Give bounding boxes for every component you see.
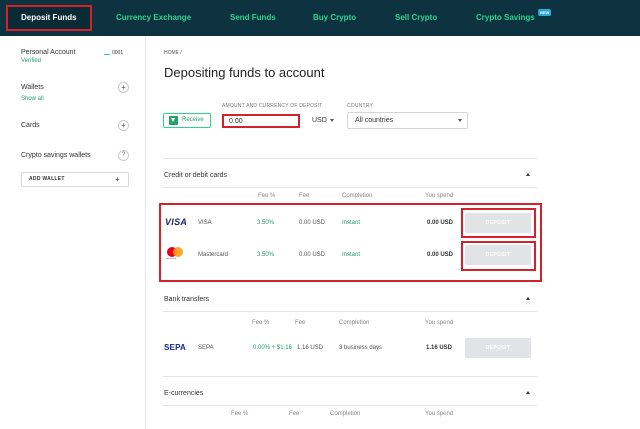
- fee-percent: 0.00% + $1.16: [253, 345, 292, 351]
- method-name: Mastercard: [198, 252, 229, 258]
- show-all-link[interactable]: Show all: [21, 96, 44, 102]
- deposit-button[interactable]: DEPOSIT: [465, 338, 531, 358]
- breadcrumb[interactable]: HOME /: [164, 50, 182, 56]
- divider: [163, 311, 537, 312]
- wallets-label: Wallets: [21, 84, 44, 91]
- fee-percent: 3.50%: [257, 252, 275, 258]
- column-header-you-spend: You spend: [425, 411, 454, 417]
- column-header-fee: Fee: [289, 411, 300, 417]
- section-title-bank-transfers: Bank transfers: [164, 296, 210, 303]
- mastercard-circle-orange: [173, 247, 183, 257]
- nav-tab-currency-exchange[interactable]: Currency Exchange: [116, 0, 191, 36]
- column-header-fee-pct: Fee %: [258, 193, 276, 199]
- divider: [163, 187, 537, 188]
- chevron-down-icon: [330, 119, 334, 122]
- plus-icon: +: [115, 175, 120, 184]
- column-header-you-spend: You spend: [425, 320, 454, 326]
- collapse-icon[interactable]: [526, 173, 530, 176]
- fee-amount: 1.16 USD: [297, 345, 324, 351]
- account-id: 0001: [112, 50, 124, 56]
- you-spend-amount: 0.00 USD: [427, 252, 454, 258]
- add-wallet-button[interactable]: ADD WALLET +: [21, 172, 129, 187]
- divider: [163, 405, 537, 406]
- column-header-completion: Completion: [330, 411, 361, 417]
- chevron-down-icon: [458, 119, 462, 122]
- column-header-you-spend: You spend: [425, 193, 454, 199]
- section-title-cards: Credit or debit cards: [164, 172, 228, 179]
- top-navigation: Deposit Funds Currency Exchange Send Fun…: [0, 0, 640, 36]
- cards-label: Cards: [21, 122, 40, 129]
- visa-logo: VISA: [165, 217, 188, 227]
- fee-percent: 3.50%: [257, 220, 275, 226]
- account-status: Verified: [21, 58, 42, 64]
- nav-tab-send-funds[interactable]: Send Funds: [230, 0, 276, 36]
- receive-button[interactable]: Receive: [163, 113, 211, 128]
- country-select[interactable]: All countries: [347, 112, 468, 129]
- download-icon: [169, 116, 178, 125]
- column-header-fee-pct: Fee %: [231, 411, 249, 417]
- completion-time: 3 business days: [339, 345, 383, 351]
- country-value: All countries: [355, 117, 394, 124]
- crypto-savings-label: Crypto savings wallets: [21, 152, 91, 159]
- collapse-icon[interactable]: [526, 391, 530, 394]
- you-spend-amount: 1.16 USD: [426, 345, 453, 351]
- page-title: Depositing funds to account: [164, 65, 325, 80]
- you-spend-amount: 0.00 USD: [427, 220, 454, 226]
- currency-value: USD: [312, 117, 327, 124]
- amount-label: AMOUNT AND CURRENCY OF DEPOSIT: [222, 103, 323, 109]
- account-icon: [104, 50, 110, 55]
- nav-tab-buy-crypto[interactable]: Buy Crypto: [313, 0, 356, 36]
- method-name: VISA: [198, 220, 212, 226]
- column-header-fee: Fee: [295, 320, 306, 326]
- country-label: COUNTRY: [347, 103, 374, 109]
- column-header-fee-pct: Fee %: [252, 320, 270, 326]
- fee-amount: 0.00 USD: [299, 252, 326, 258]
- add-wallet-plus-icon[interactable]: +: [118, 82, 129, 93]
- fee-amount: 0.00 USD: [299, 220, 326, 226]
- divider: [163, 158, 537, 159]
- nav-tab-deposit-funds[interactable]: Deposit Funds: [6, 5, 92, 31]
- currency-select[interactable]: USD: [309, 113, 339, 128]
- amount-input[interactable]: [222, 114, 300, 128]
- account-label: Personal Account: [21, 49, 76, 56]
- section-title-e-currencies: E-currencies: [164, 390, 204, 397]
- new-badge: NEW: [538, 9, 552, 16]
- collapse-icon[interactable]: [526, 297, 530, 300]
- column-header-completion: Completion: [342, 193, 373, 199]
- completion-time: Instant: [342, 220, 361, 226]
- nav-tab-sell-crypto[interactable]: Sell Crypto: [395, 0, 437, 36]
- receive-label: Receive: [182, 117, 204, 123]
- nav-tab-crypto-savings[interactable]: Crypto Savings: [476, 0, 535, 36]
- method-name: SEPA: [198, 345, 214, 351]
- sepa-logo: SEPA: [164, 343, 186, 352]
- column-header-completion: Completion: [339, 320, 370, 326]
- help-icon[interactable]: ?: [118, 150, 129, 161]
- divider: [163, 376, 537, 377]
- sepa-logo-text: SEPA: [164, 343, 186, 352]
- mastercard-logo-text: mastercard: [166, 258, 177, 260]
- add-card-plus-icon[interactable]: +: [118, 120, 129, 131]
- add-wallet-label: ADD WALLET: [29, 176, 65, 182]
- deposit-button[interactable]: DEPOSIT: [465, 245, 531, 265]
- account-id-badge: 0001: [104, 49, 123, 56]
- column-header-fee: Fee: [299, 193, 310, 199]
- completion-time: Instant: [342, 252, 361, 258]
- sidebar: Personal Account Verified 0001 Wallets S…: [0, 36, 146, 429]
- deposit-button[interactable]: DEPOSIT: [465, 213, 531, 233]
- mastercard-logo: mastercard: [166, 246, 186, 262]
